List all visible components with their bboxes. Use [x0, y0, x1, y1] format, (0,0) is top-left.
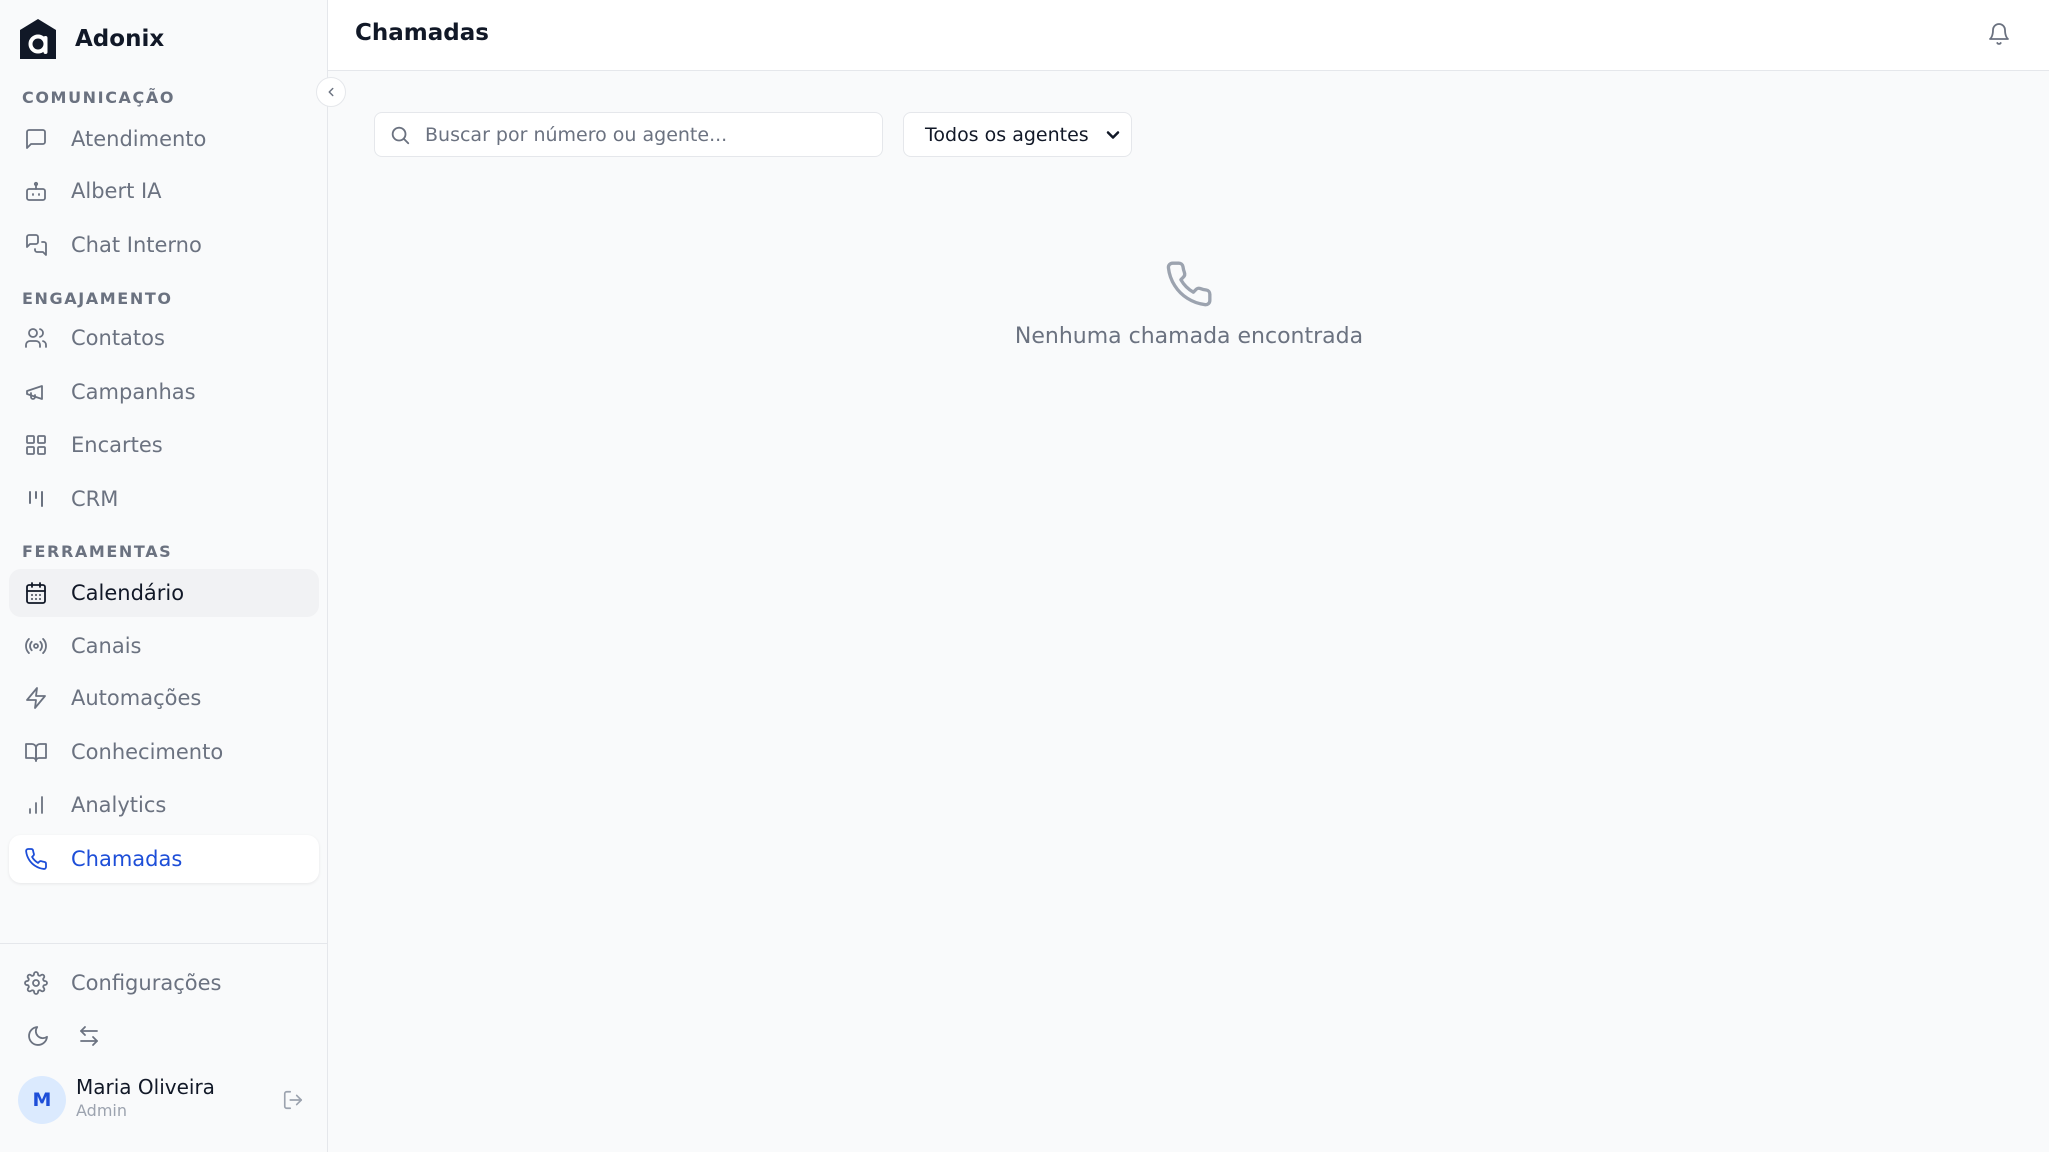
sidebar-item-label: CRM — [71, 487, 119, 511]
sidebar-item-label: Conhecimento — [71, 740, 224, 764]
user-name: Maria Oliveira — [76, 1075, 215, 1099]
sidebar-item-contatos[interactable]: Contatos — [9, 314, 319, 362]
empty-state-phone-icon — [1164, 259, 1214, 309]
sidebar-item-calendario[interactable]: Calendário — [9, 569, 319, 617]
adonix-logo-icon — [18, 18, 58, 60]
search-icon — [389, 124, 411, 146]
sidebar-item-conhecimento[interactable]: Conhecimento — [9, 728, 319, 776]
sidebar-item-label: Chat Interno — [71, 233, 202, 257]
avatar[interactable]: M — [18, 1076, 66, 1124]
notifications-button[interactable] — [1984, 19, 2014, 49]
sidebar-item-label: Atendimento — [71, 127, 207, 151]
sidebar-item-label: Automações — [71, 686, 202, 710]
sidebar-item-chamadas[interactable]: Chamadas — [9, 835, 319, 883]
zap-icon — [23, 685, 49, 711]
sidebar: Adonix COMUNICAÇÃO Atendimento Albert IA… — [0, 0, 328, 1152]
bell-icon — [1987, 22, 2011, 46]
log-out-icon — [282, 1089, 304, 1111]
sidebar-item-label: Calendário — [71, 581, 185, 605]
book-open-icon — [23, 739, 49, 765]
sidebar-item-albert-ia[interactable]: Albert IA — [9, 167, 319, 215]
sidebar-item-atendimento[interactable]: Atendimento — [9, 115, 319, 163]
moon-icon — [26, 1024, 50, 1048]
sidebar-item-canais[interactable]: Canais — [9, 622, 319, 670]
bot-icon — [23, 178, 49, 204]
grid-icon — [23, 432, 49, 458]
sidebar-item-chat-interno[interactable]: Chat Interno — [9, 221, 319, 269]
brand[interactable]: Adonix — [18, 18, 164, 60]
sidebar-item-campanhas[interactable]: Campanhas — [9, 368, 319, 416]
sidebar-item-label: Campanhas — [71, 380, 196, 404]
users-icon — [23, 325, 49, 351]
sidebar-divider — [0, 943, 327, 944]
logout-button[interactable] — [278, 1085, 308, 1115]
calendar-icon — [23, 580, 49, 606]
sidebar-item-label: Analytics — [71, 793, 167, 817]
message-square-icon — [23, 126, 49, 152]
sidebar-item-configuracoes[interactable]: Configurações — [9, 959, 319, 1007]
collapse-sidebar-button[interactable] — [316, 77, 346, 107]
section-label-comunicacao: COMUNICAÇÃO — [22, 88, 176, 107]
gear-icon — [23, 970, 49, 996]
arrows-left-right-icon — [77, 1024, 101, 1048]
agent-filter-value: Todos os agentes — [925, 123, 1089, 146]
sidebar-item-label: Chamadas — [71, 847, 183, 871]
messages-icon — [23, 232, 49, 258]
search-input[interactable] — [425, 113, 865, 156]
chevron-down-icon — [1103, 125, 1123, 145]
sidebar-item-crm[interactable]: CRM — [9, 475, 319, 523]
kanban-icon — [23, 486, 49, 512]
phone-icon — [23, 846, 49, 872]
chevron-left-icon — [324, 85, 338, 99]
sidebar-item-label: Configurações — [71, 971, 222, 995]
user-profile: M Maria Oliveira Admin — [18, 1075, 308, 1125]
empty-state-message: Nenhuma chamada encontrada — [1014, 324, 1364, 349]
agent-filter-select[interactable]: Todos os agentes — [903, 112, 1132, 157]
user-role: Admin — [76, 1101, 127, 1120]
page-title: Chamadas — [355, 20, 489, 46]
section-label-ferramentas: FERRAMENTAS — [22, 542, 173, 561]
topbar: Chamadas — [328, 0, 2049, 71]
megaphone-icon — [23, 379, 49, 405]
radio-icon — [23, 633, 49, 659]
brand-name: Adonix — [75, 26, 165, 52]
section-label-engajamento: ENGAJAMENTO — [22, 289, 173, 308]
search-field[interactable] — [374, 112, 883, 157]
sidebar-item-label: Canais — [71, 634, 142, 658]
switch-account-button[interactable] — [74, 1021, 104, 1051]
sidebar-item-encartes[interactable]: Encartes — [9, 421, 319, 469]
theme-toggle-button[interactable] — [23, 1021, 53, 1051]
sidebar-item-label: Contatos — [71, 326, 165, 350]
sidebar-item-label: Encartes — [71, 433, 163, 457]
sidebar-item-automacoes[interactable]: Automações — [9, 674, 319, 722]
sidebar-item-analytics[interactable]: Analytics — [9, 781, 319, 829]
sidebar-item-label: Albert IA — [71, 179, 162, 203]
bar-chart-icon — [23, 792, 49, 818]
